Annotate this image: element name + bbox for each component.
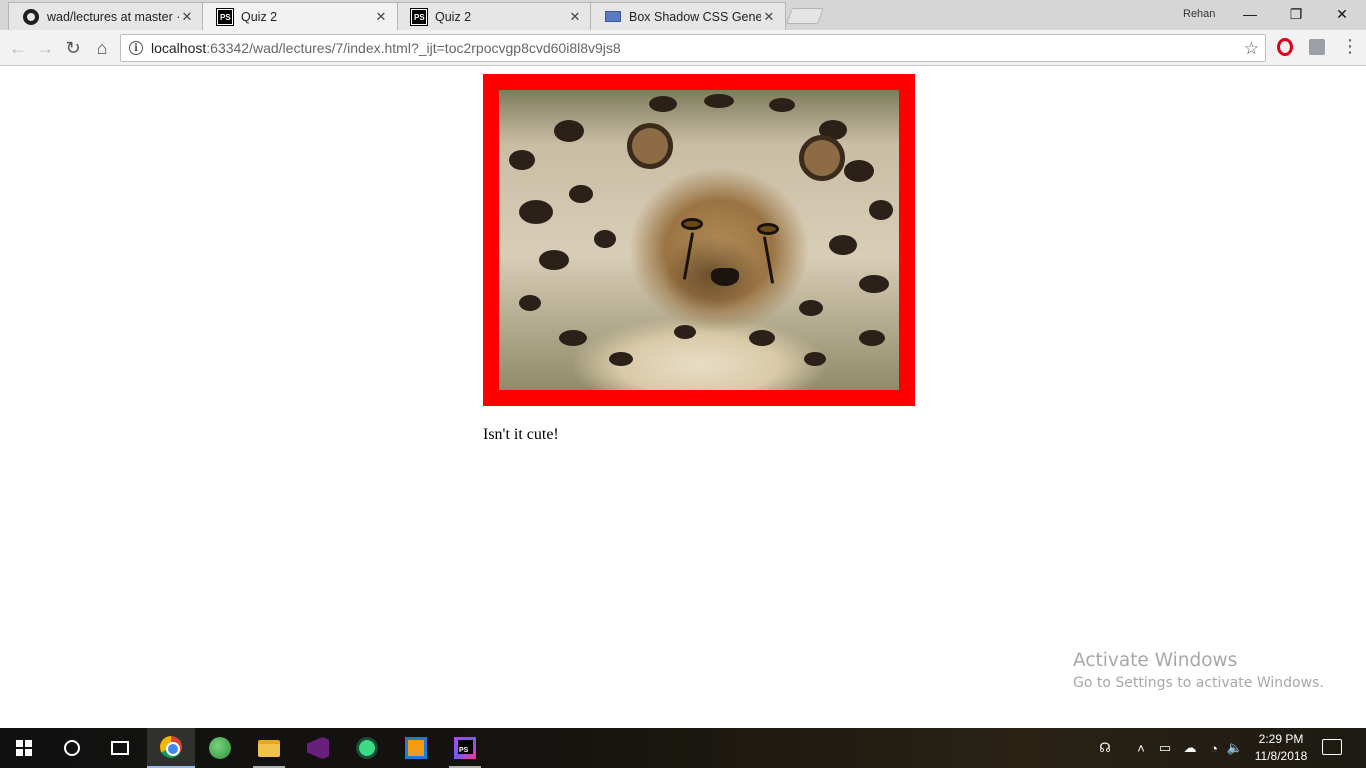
taskbar-clock[interactable]: 2:29 PM 11/8/2018 bbox=[1248, 731, 1314, 765]
restore-icon[interactable]: ❐ bbox=[1273, 0, 1319, 28]
address-bar[interactable]: i localhost:63342/wad/lectures/7/index.h… bbox=[120, 34, 1266, 62]
profile-name[interactable]: Rehan bbox=[1183, 8, 1215, 20]
image-frame bbox=[483, 74, 915, 406]
tab-strip: wad/lectures at master · ✕ PS Quiz 2 ✕ P… bbox=[0, 0, 1366, 30]
new-tab-button[interactable] bbox=[786, 8, 824, 24]
opera-icon[interactable] bbox=[1276, 38, 1294, 56]
reload-icon[interactable]: ↻ bbox=[60, 35, 86, 61]
onedrive-icon[interactable]: ☁ bbox=[1179, 728, 1201, 768]
menu-icon[interactable]: ⋮ bbox=[1341, 37, 1359, 55]
github-icon bbox=[23, 8, 39, 25]
bookmark-star-icon[interactable]: ☆ bbox=[1244, 39, 1259, 59]
virtualbox-icon[interactable] bbox=[392, 728, 440, 768]
show-hidden-icons-chevron-icon[interactable]: ˄ bbox=[1132, 728, 1150, 768]
close-icon[interactable]: ✕ bbox=[179, 9, 195, 25]
notifications-icon[interactable] bbox=[1322, 739, 1342, 755]
cortana-icon[interactable] bbox=[48, 728, 96, 768]
tab-box-shadow[interactable]: Box Shadow CSS Generat ✕ bbox=[590, 2, 786, 30]
people-icon[interactable]: ☊ bbox=[1094, 728, 1116, 768]
activate-windows-watermark: Activate Windows Go to Settings to activ… bbox=[1073, 650, 1324, 691]
tab-github[interactable]: wad/lectures at master · ✕ bbox=[8, 2, 204, 30]
tab-title: Quiz 2 bbox=[241, 9, 278, 24]
visual-studio-icon[interactable] bbox=[294, 728, 342, 768]
image-caption: Isn't it cute! bbox=[483, 426, 559, 443]
minimize-icon[interactable]: — bbox=[1227, 0, 1273, 28]
android-studio-icon[interactable] bbox=[343, 728, 391, 768]
watermark-subtitle: Go to Settings to activate Windows. bbox=[1073, 675, 1324, 691]
windows-start-icon[interactable] bbox=[0, 728, 48, 768]
phpstorm-icon[interactable] bbox=[441, 728, 489, 768]
close-icon[interactable]: ✕ bbox=[373, 9, 389, 25]
volume-icon[interactable]: 🔈 bbox=[1226, 728, 1244, 768]
tab-quiz-2-active[interactable]: PS Quiz 2 ✕ bbox=[202, 2, 398, 30]
tab-quiz-2[interactable]: PS Quiz 2 ✕ bbox=[396, 2, 592, 30]
forward-icon[interactable]: → bbox=[32, 35, 58, 61]
chrome-icon[interactable] bbox=[147, 728, 195, 768]
url-text[interactable]: localhost:63342/wad/lectures/7/index.htm… bbox=[151, 40, 621, 56]
phpstorm-icon: PS bbox=[410, 7, 428, 26]
page-viewport: Isn't it cute! Activate Windows Go to Se… bbox=[0, 67, 1366, 728]
extension-icon[interactable] bbox=[1308, 38, 1326, 56]
wifi-icon[interactable]: ◔ bbox=[1205, 728, 1223, 768]
globe-app-icon[interactable] bbox=[196, 728, 244, 768]
tab-title: Box Shadow CSS Generat bbox=[629, 9, 761, 24]
back-icon[interactable]: ← bbox=[5, 35, 31, 61]
clock-time: 2:29 PM bbox=[1258, 732, 1304, 746]
battery-icon[interactable]: ▭ bbox=[1155, 728, 1175, 768]
windows-taskbar: ☊ ˄ ▭ ☁ ◔ 🔈 2:29 PM 11/8/2018 bbox=[0, 728, 1366, 768]
close-window-icon[interactable]: ✕ bbox=[1319, 0, 1365, 28]
close-icon[interactable]: ✕ bbox=[761, 9, 777, 25]
close-icon[interactable]: ✕ bbox=[567, 9, 583, 25]
info-icon[interactable]: i bbox=[129, 41, 143, 55]
browser-toolbar: ← → ↻ ⌂ i localhost:63342/wad/lectures/7… bbox=[0, 30, 1366, 66]
cheetah-cub-image bbox=[499, 90, 899, 390]
home-icon[interactable]: ⌂ bbox=[89, 35, 115, 61]
phpstorm-icon: PS bbox=[216, 7, 234, 26]
watermark-title: Activate Windows bbox=[1073, 650, 1238, 671]
tab-title: wad/lectures at master · bbox=[47, 9, 179, 24]
cssmatic-icon bbox=[605, 9, 621, 25]
task-view-icon[interactable] bbox=[96, 728, 144, 768]
clock-date: 11/8/2018 bbox=[1254, 749, 1308, 763]
file-explorer-icon[interactable] bbox=[245, 728, 293, 768]
tab-title: Quiz 2 bbox=[435, 9, 472, 24]
